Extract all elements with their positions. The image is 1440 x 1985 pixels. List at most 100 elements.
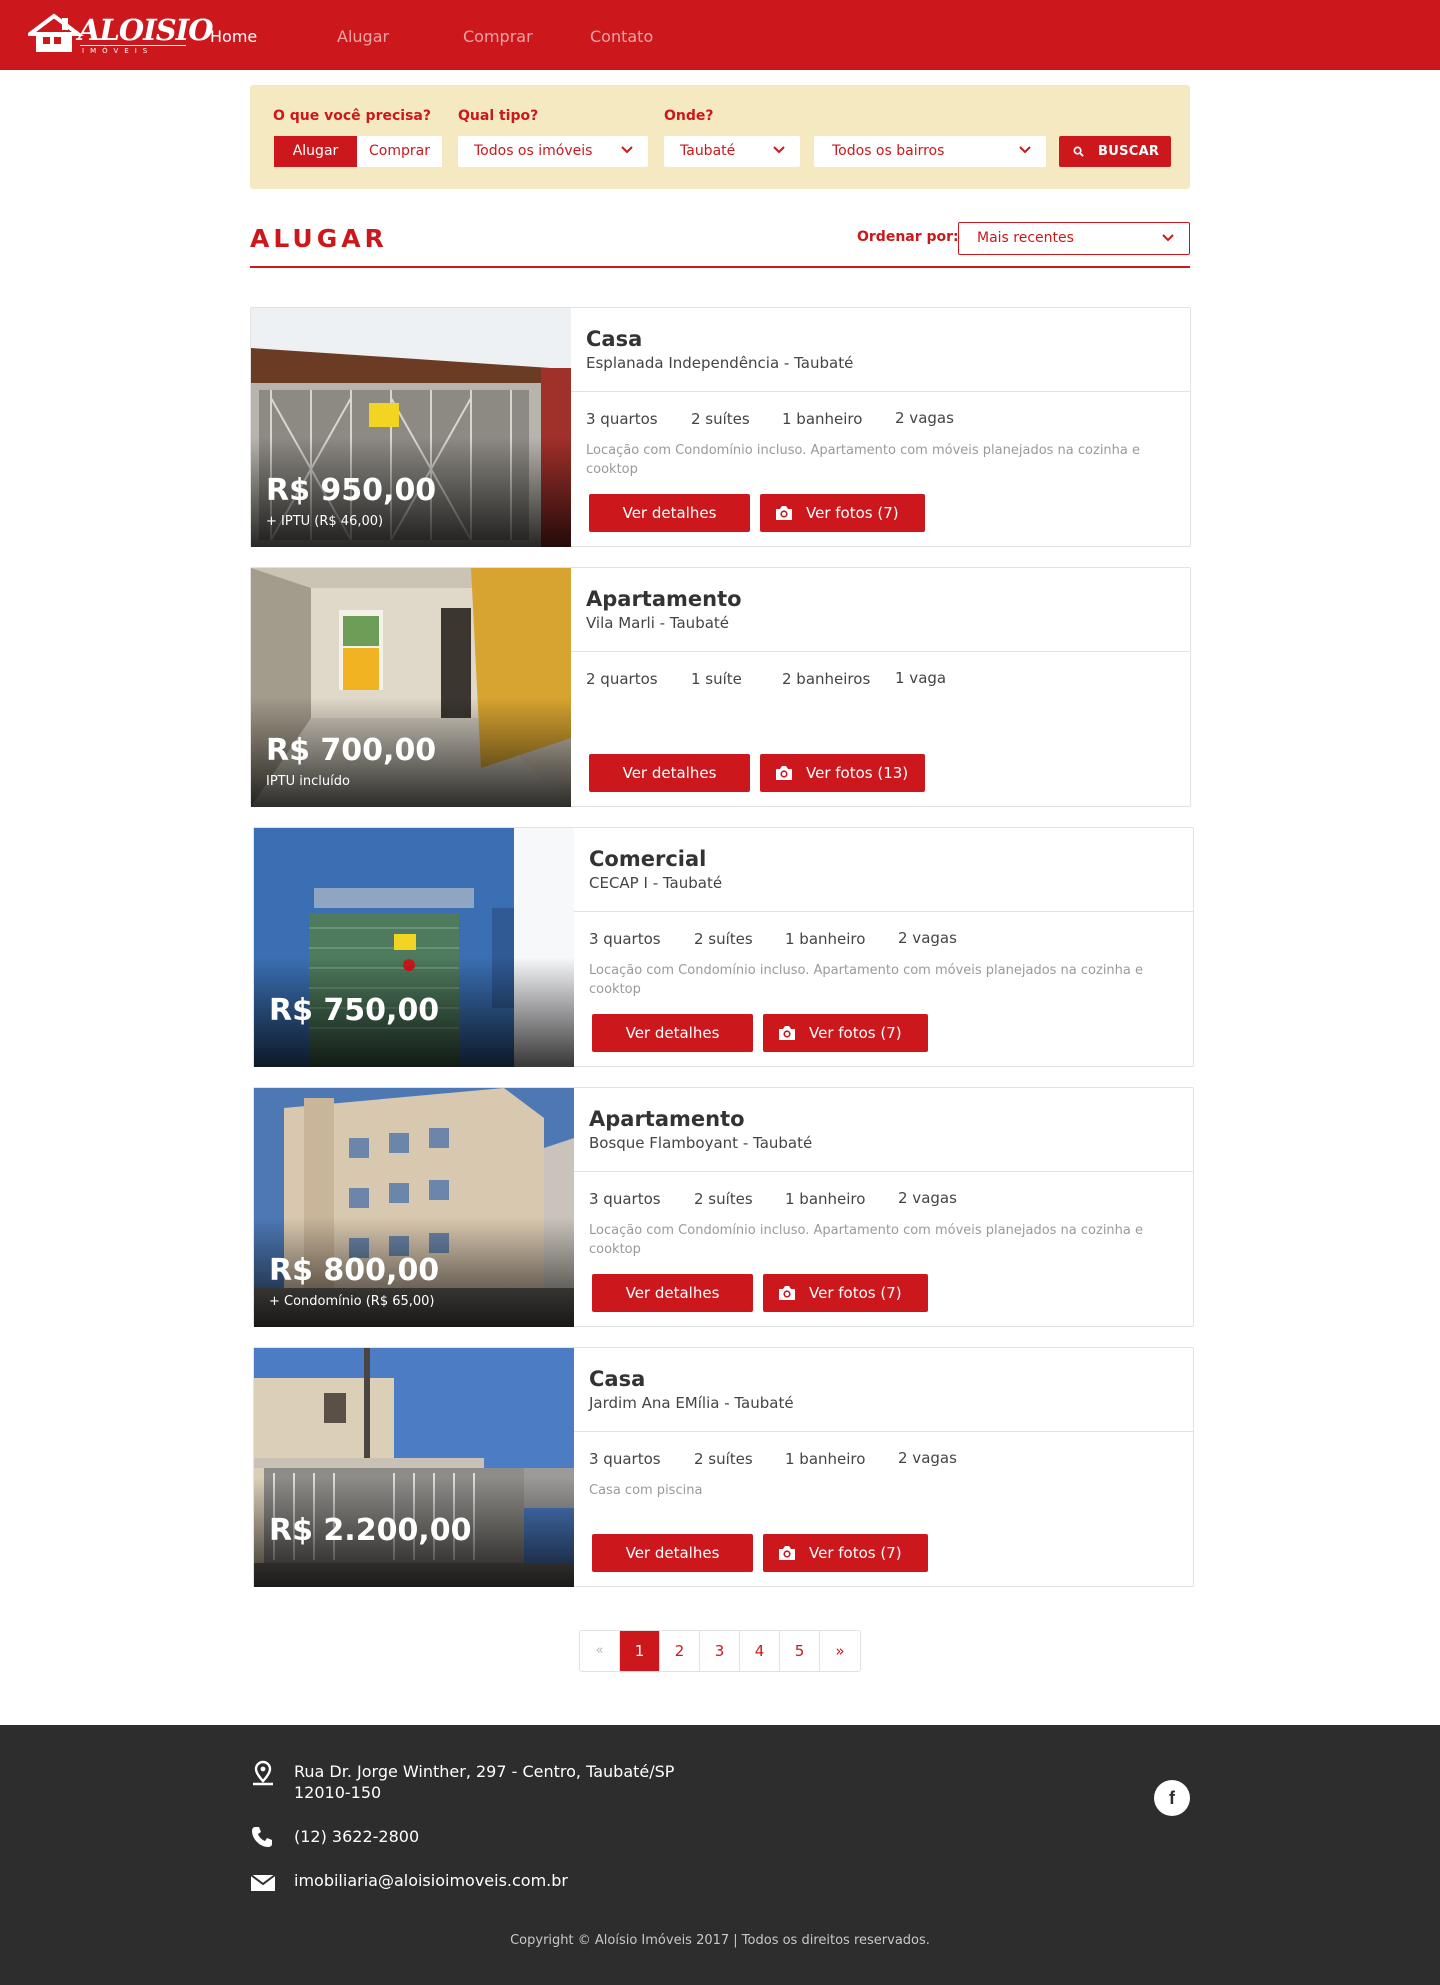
nav-comprar[interactable]: Comprar bbox=[463, 0, 533, 70]
section-divider bbox=[250, 266, 1190, 268]
listing-description: Locação com Condomínio incluso. Apartame… bbox=[589, 1223, 1144, 1257]
listing-price: R$ 700,00 bbox=[266, 733, 437, 768]
listing-description: Locação com Condomínio incluso. Apartame… bbox=[586, 443, 1141, 477]
footer-postcode: 12010-150 bbox=[294, 1783, 382, 1802]
feature-rooms: 3 quartos bbox=[586, 410, 658, 428]
feature-rooms: 3 quartos bbox=[589, 930, 661, 948]
pagination-page-4[interactable]: 4 bbox=[740, 1631, 780, 1671]
listing-price-note: + IPTU (R$ 46,00) bbox=[266, 514, 384, 529]
listing-photo[interactable]: R$ 800,00 + Condomínio (R$ 65,00) bbox=[254, 1088, 574, 1327]
pagination-page-5[interactable]: 5 bbox=[780, 1631, 820, 1671]
details-button[interactable]: Ver detalhes bbox=[592, 1014, 753, 1052]
search-button-label: BUSCAR bbox=[1098, 144, 1160, 159]
type-select[interactable]: Todos os imóveis bbox=[458, 136, 648, 167]
feature-rooms: 3 quartos bbox=[589, 1450, 661, 1468]
search-icon bbox=[1073, 146, 1084, 157]
pagination-page-2[interactable]: 2 bbox=[660, 1631, 700, 1671]
section-title: ALUGAR bbox=[250, 224, 388, 253]
listing-location: CECAP I - Taubaté bbox=[589, 874, 723, 892]
search-button[interactable]: BUSCAR bbox=[1059, 136, 1171, 167]
camera-icon bbox=[776, 766, 792, 780]
feature-parking: 2 vagas bbox=[895, 409, 954, 427]
listing-price-note: IPTU incluído bbox=[266, 774, 350, 789]
type-select-value: Todos os imóveis bbox=[474, 143, 593, 159]
feature-parking: 2 vagas bbox=[898, 929, 957, 947]
listing-card: R$ 700,00 IPTU incluído Apartamento Vila… bbox=[250, 567, 1191, 807]
feature-parking: 1 vaga bbox=[895, 669, 947, 687]
toggle-alugar[interactable]: Alugar bbox=[274, 136, 357, 167]
photos-button[interactable]: Ver fotos (7) bbox=[763, 1274, 928, 1312]
camera-icon bbox=[776, 506, 792, 520]
camera-icon bbox=[779, 1026, 795, 1040]
details-button[interactable]: Ver detalhes bbox=[589, 754, 750, 792]
photos-button[interactable]: Ver fotos (7) bbox=[763, 1014, 928, 1052]
toggle-comprar[interactable]: Comprar bbox=[357, 136, 442, 167]
listing-info: Apartamento Bosque Flamboyant - Taubaté … bbox=[574, 1088, 1193, 1327]
pagination-next[interactable]: » bbox=[820, 1631, 860, 1671]
footer-phone[interactable]: (12) 3622-2800 bbox=[294, 1826, 419, 1847]
listing-divider bbox=[574, 911, 1193, 912]
photos-button[interactable]: Ver fotos (13) bbox=[760, 754, 925, 792]
photos-button-label: Ver fotos (7) bbox=[806, 504, 899, 522]
feature-parking: 2 vagas bbox=[898, 1449, 957, 1467]
footer: Rua Dr. Jorge Winther, 297 - Centro, Tau… bbox=[0, 1725, 1440, 1985]
listing-card: R$ 750,00 Comercial CECAP I - Taubaté 3 … bbox=[253, 827, 1194, 1067]
photos-button-label: Ver fotos (7) bbox=[809, 1544, 902, 1562]
label-type: Qual tipo? bbox=[458, 108, 539, 124]
order-select[interactable]: Mais recentes bbox=[958, 222, 1190, 255]
listing-info: Comercial CECAP I - Taubaté 3 quartos 2 … bbox=[574, 828, 1193, 1067]
district-select-value: Todos os bairros bbox=[832, 143, 945, 159]
listing-divider bbox=[574, 1431, 1193, 1432]
feature-suites: 2 suítes bbox=[691, 410, 750, 428]
photos-button[interactable]: Ver fotos (7) bbox=[760, 494, 925, 532]
phone-icon bbox=[252, 1827, 272, 1847]
search-panel: O que você precisa? Qual tipo? Onde? Alu… bbox=[250, 85, 1190, 189]
feature-suites: 1 suíte bbox=[691, 670, 742, 688]
photos-button-label: Ver fotos (7) bbox=[809, 1024, 902, 1042]
listing-type: Comercial bbox=[589, 847, 707, 871]
district-select[interactable]: Todos os bairros bbox=[814, 136, 1046, 167]
details-button[interactable]: Ver detalhes bbox=[589, 494, 750, 532]
pagination-page-3[interactable]: 3 bbox=[700, 1631, 740, 1671]
photos-button-label: Ver fotos (7) bbox=[809, 1284, 902, 1302]
listing-divider bbox=[571, 391, 1190, 392]
chevron-down-icon bbox=[1019, 146, 1031, 154]
listing-info: Casa Jardim Ana EMília - Taubaté 3 quart… bbox=[574, 1348, 1193, 1587]
listing-card: R$ 2.200,00 Casa Jardim Ana EMília - Tau… bbox=[253, 1347, 1194, 1587]
pagination-prev[interactable]: « bbox=[580, 1631, 620, 1671]
details-button[interactable]: Ver detalhes bbox=[592, 1274, 753, 1312]
feature-bathrooms: 1 banheiro bbox=[785, 930, 866, 948]
listing-price: R$ 750,00 bbox=[269, 993, 440, 1028]
photos-button[interactable]: Ver fotos (7) bbox=[763, 1534, 928, 1572]
facebook-icon[interactable]: f bbox=[1154, 1780, 1190, 1816]
aloisio-logo[interactable]: ALOISIO IMÓVEIS bbox=[28, 12, 213, 58]
listing-location: Vila Marli - Taubaté bbox=[586, 614, 730, 632]
camera-icon bbox=[779, 1546, 795, 1560]
details-button[interactable]: Ver detalhes bbox=[592, 1534, 753, 1572]
location-pin-icon bbox=[253, 1760, 273, 1786]
listing-type: Apartamento bbox=[586, 587, 742, 611]
city-select-value: Taubaté bbox=[680, 143, 736, 159]
footer-email[interactable]: imobiliaria@aloisioimoveis.com.br bbox=[294, 1870, 568, 1891]
listing-description: Locação com Condomínio incluso. Apartame… bbox=[589, 963, 1144, 997]
logo-wordmark: ALOISIO bbox=[78, 13, 213, 47]
listing-location: Bosque Flamboyant - Taubaté bbox=[589, 1134, 813, 1152]
city-select[interactable]: Taubaté bbox=[664, 136, 800, 167]
order-select-value: Mais recentes bbox=[977, 230, 1074, 246]
pagination-page-1[interactable]: 1 bbox=[620, 1631, 660, 1671]
listing-price: R$ 2.200,00 bbox=[269, 1513, 472, 1548]
nav-alugar[interactable]: Alugar bbox=[337, 0, 389, 70]
nav-contato[interactable]: Contato bbox=[590, 0, 653, 70]
listing-photo[interactable]: R$ 700,00 IPTU incluído bbox=[251, 568, 571, 807]
feature-rooms: 3 quartos bbox=[589, 1190, 661, 1208]
listing-photo[interactable]: R$ 750,00 bbox=[254, 828, 574, 1067]
feature-bathrooms: 2 banheiros bbox=[782, 670, 871, 688]
feature-suites: 2 suítes bbox=[694, 1190, 753, 1208]
listing-location: Jardim Ana EMília - Taubaté bbox=[589, 1394, 794, 1412]
listing-type: Apartamento bbox=[589, 1107, 745, 1131]
nav-home[interactable]: Home bbox=[210, 0, 257, 70]
listing-card: R$ 950,00 + IPTU (R$ 46,00) Casa Esplana… bbox=[250, 307, 1191, 547]
chevron-down-icon bbox=[1162, 234, 1174, 242]
listing-photo[interactable]: R$ 950,00 + IPTU (R$ 46,00) bbox=[251, 308, 571, 547]
listing-photo[interactable]: R$ 2.200,00 bbox=[254, 1348, 574, 1587]
